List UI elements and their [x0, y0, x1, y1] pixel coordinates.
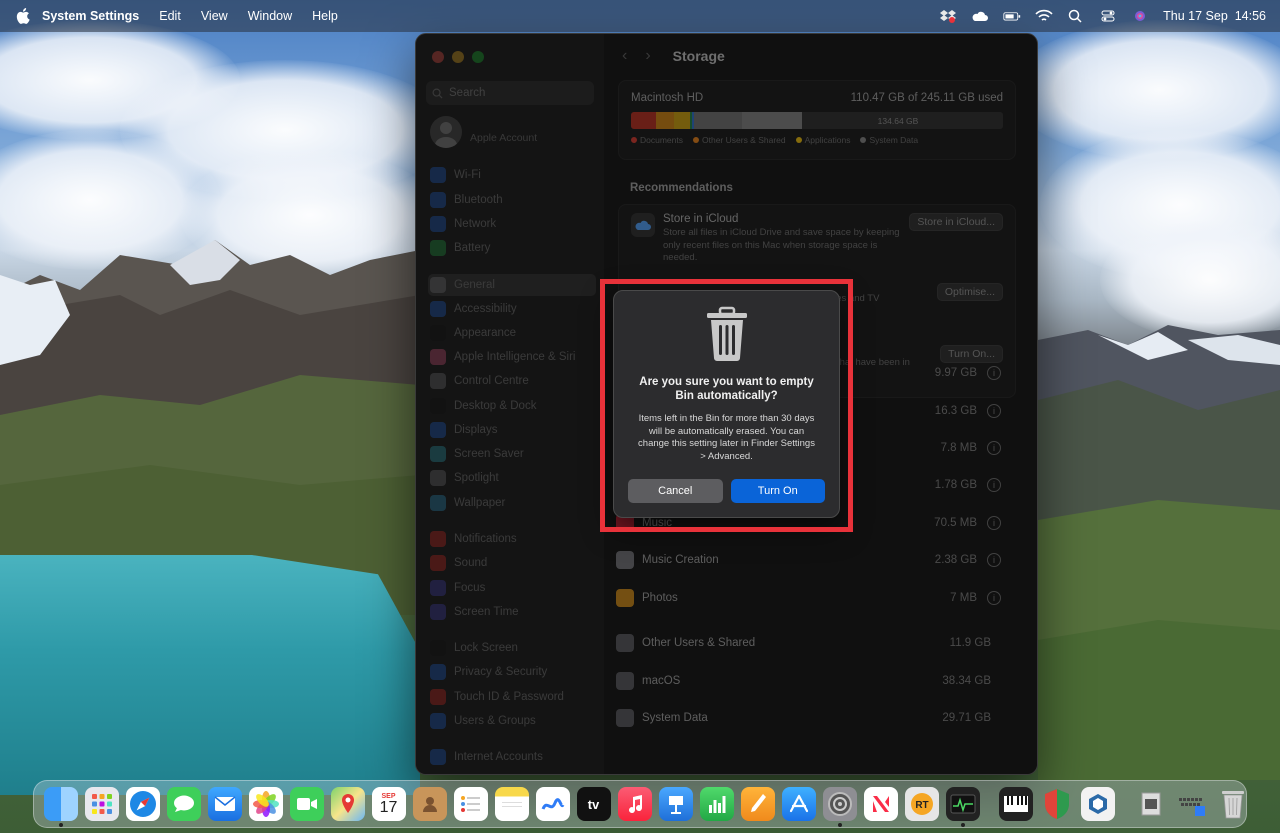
- dock-launchpad-icon[interactable]: [84, 787, 119, 821]
- dock-mail-icon[interactable]: [207, 787, 242, 821]
- dock-shield-app-icon[interactable]: [1040, 787, 1074, 821]
- dock-apple-tv-icon[interactable]: tv: [576, 787, 611, 821]
- dock-notes-icon[interactable]: [494, 787, 529, 821]
- dock-calendar-icon[interactable]: SEP 17: [371, 787, 406, 821]
- dock-piano-app-icon[interactable]: [998, 787, 1033, 821]
- trash-bin-icon: [706, 306, 747, 361]
- dock-activity-monitor-icon[interactable]: [945, 787, 980, 827]
- dock-rt-app-icon[interactable]: RT: [904, 787, 939, 821]
- dock-bin-icon[interactable]: [1216, 787, 1250, 821]
- dock-finder-icon[interactable]: [43, 787, 78, 827]
- dock-messages-icon[interactable]: [166, 787, 201, 821]
- calendar-day: 17: [379, 798, 398, 816]
- dock-app-store-icon[interactable]: [781, 787, 816, 821]
- svg-text:RT: RT: [915, 800, 928, 811]
- empty-bin-dialog: Are you sure you want to empty Bin autom…: [613, 290, 840, 518]
- dock-downloads-stack-icon[interactable]: [1134, 787, 1168, 821]
- control-centre-icon[interactable]: [1099, 9, 1117, 23]
- menu-help[interactable]: Help: [312, 9, 338, 23]
- dock-screenshot-stack-icon[interactable]: [1175, 787, 1209, 821]
- siri-icon[interactable]: [1131, 9, 1149, 23]
- icloud-status-icon[interactable]: [971, 9, 989, 23]
- dialog-title: Are you sure you want to empty Bin autom…: [639, 376, 814, 402]
- dock-safari-icon[interactable]: [125, 787, 160, 821]
- dock-contacts-icon[interactable]: [412, 787, 447, 821]
- dock-folder-app-icon[interactable]: [1080, 787, 1115, 821]
- dock-pages-icon[interactable]: [740, 787, 775, 821]
- apple-menu-icon[interactable]: [16, 8, 30, 24]
- lake: [0, 555, 420, 795]
- spotlight-search-icon[interactable]: [1067, 9, 1085, 23]
- dock-reminders-icon[interactable]: [453, 787, 488, 821]
- dock-news-icon[interactable]: [863, 787, 898, 821]
- dock-maps-icon[interactable]: [330, 787, 365, 821]
- dialog-body: Items left in the Bin for more than 30 d…: [638, 413, 815, 462]
- dock-numbers-icon[interactable]: [699, 787, 734, 821]
- menu-view[interactable]: View: [201, 9, 228, 23]
- menu-bar: System Settings Edit View Window Help Th…: [0, 0, 1280, 32]
- dock-system-settings-icon[interactable]: [822, 787, 857, 827]
- tv-label: tv: [587, 796, 600, 812]
- menu-edit[interactable]: Edit: [159, 9, 181, 23]
- dock: SEP 17 tv RT: [33, 780, 1247, 828]
- battery-icon[interactable]: [1003, 9, 1021, 23]
- wifi-icon[interactable]: [1035, 9, 1053, 23]
- turn-on-button[interactable]: Turn On: [730, 479, 825, 503]
- menubar-clock[interactable]: Thu 17 Sep 14:56: [1163, 9, 1266, 23]
- dock-keynote-icon[interactable]: [658, 787, 693, 821]
- dock-freeform-icon[interactable]: [535, 787, 570, 821]
- cancel-button[interactable]: Cancel: [628, 479, 723, 503]
- menu-app-name[interactable]: System Settings: [42, 9, 139, 23]
- dock-photos-icon[interactable]: [248, 787, 283, 821]
- dropbox-status-icon[interactable]: [939, 9, 957, 23]
- dock-facetime-icon[interactable]: [289, 787, 324, 821]
- menu-window[interactable]: Window: [248, 9, 292, 23]
- dock-music-icon[interactable]: [617, 787, 652, 821]
